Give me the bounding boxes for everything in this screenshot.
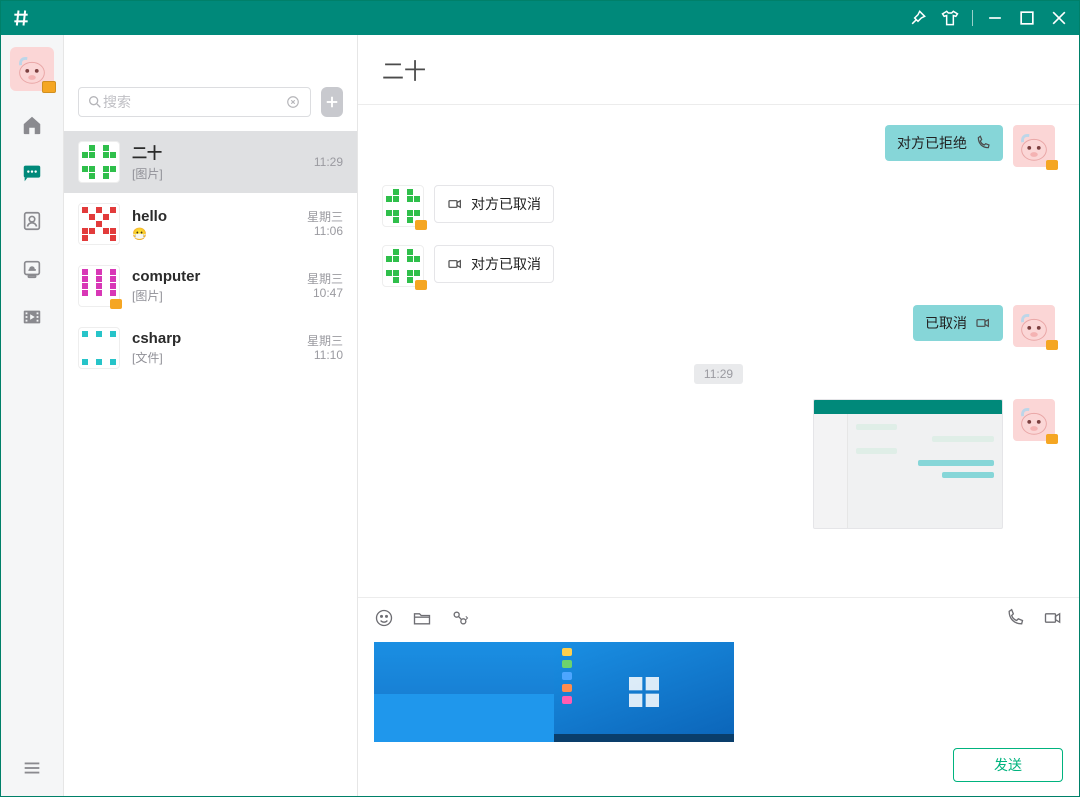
nav-video-icon[interactable]: [18, 303, 46, 331]
logo-icon: [11, 8, 31, 28]
emoji-icon[interactable]: [374, 608, 394, 628]
send-button[interactable]: 发送: [953, 748, 1063, 782]
conversation-preview: 😷: [132, 227, 295, 241]
image-message[interactable]: [813, 399, 1003, 529]
camera-badge-icon: [1046, 340, 1058, 350]
camera-badge-icon: [110, 299, 122, 309]
camera-badge-icon: [1046, 434, 1058, 444]
screenshot-icon[interactable]: [450, 608, 470, 628]
conversation-item[interactable]: csharp [文件] 星期三11:10: [64, 317, 357, 379]
conversation-avatar: [78, 203, 120, 245]
nav-menu-icon[interactable]: [18, 754, 46, 782]
video-icon: [447, 256, 463, 272]
message-avatar[interactable]: [382, 185, 424, 227]
chat-title: 二十: [382, 54, 426, 86]
nav-contacts-icon[interactable]: [18, 207, 46, 235]
call-message[interactable]: 对方已拒绝: [885, 125, 1003, 161]
close-icon[interactable]: [1049, 8, 1069, 28]
message-list: 对方已拒绝 对方已取消 对方已取消 已取消 11:29: [358, 105, 1079, 597]
conversation-name: csharp: [132, 330, 295, 347]
message-text: 对方已取消: [471, 194, 541, 214]
search-icon: [87, 94, 103, 110]
nav-home-icon[interactable]: [18, 111, 46, 139]
titlebar: [1, 1, 1079, 35]
conversation-avatar: [78, 141, 120, 183]
message-row: 对方已拒绝: [382, 125, 1055, 167]
attachment-image-1[interactable]: [374, 642, 554, 742]
message-text: 已取消: [925, 313, 967, 333]
nav-cloud-icon[interactable]: [18, 255, 46, 283]
message-row: 对方已取消: [382, 245, 1055, 287]
message-text: 对方已拒绝: [897, 133, 967, 153]
add-button[interactable]: [321, 87, 343, 117]
composer-input-area[interactable]: [358, 638, 1079, 748]
call-message[interactable]: 已取消: [913, 305, 1003, 341]
conversation-avatar: [78, 327, 120, 369]
message-row: 已取消: [382, 305, 1055, 347]
chat-panel: 二十 对方已拒绝 对方已取消 对方已取消 已取消 11:29: [358, 35, 1079, 796]
message-avatar[interactable]: [1013, 125, 1055, 167]
conversation-name: computer: [132, 268, 295, 285]
message-text: 对方已取消: [471, 254, 541, 274]
conversation-item[interactable]: computer [图片] 星期三10:47: [64, 255, 357, 317]
message-avatar[interactable]: [1013, 305, 1055, 347]
message-row: 对方已取消: [382, 185, 1055, 227]
conversation-preview: [文件]: [132, 349, 295, 366]
conversation-list: 二十 [图片] 11:29 hello 😷 星期三11:06 computer …: [64, 131, 357, 796]
message-avatar[interactable]: [382, 245, 424, 287]
call-message[interactable]: 对方已取消: [434, 245, 554, 283]
conversation-name: 二十: [132, 142, 302, 163]
conversation-panel: 二十 [图片] 11:29 hello 😷 星期三11:06 computer …: [64, 35, 358, 796]
conversation-item[interactable]: 二十 [图片] 11:29: [64, 131, 357, 193]
conversation-time: 11:29: [314, 155, 343, 169]
call-message[interactable]: 对方已取消: [434, 185, 554, 223]
chat-header: 二十: [358, 35, 1079, 105]
time-divider: 11:29: [382, 365, 1055, 383]
composer: 发送: [358, 597, 1079, 796]
camera-badge-icon: [415, 220, 427, 230]
plus-icon: [323, 93, 341, 111]
attachment-previews: [374, 642, 734, 742]
titlebar-divider: [972, 10, 973, 26]
conversation-preview: [图片]: [132, 287, 295, 304]
search-row: [64, 35, 357, 131]
pin-icon[interactable]: [908, 8, 928, 28]
self-avatar[interactable]: [10, 47, 54, 91]
conversation-avatar: [78, 265, 120, 307]
folder-icon[interactable]: [412, 608, 432, 628]
conversation-time: 星期三10:47: [307, 272, 343, 301]
message-avatar[interactable]: [1013, 399, 1055, 441]
maximize-icon[interactable]: [1017, 8, 1037, 28]
composer-toolbar: [358, 598, 1079, 638]
video-call-icon[interactable]: [1043, 608, 1063, 628]
camera-badge-icon: [42, 81, 56, 93]
conversation-preview: [图片]: [132, 165, 302, 182]
camera-badge-icon: [415, 280, 427, 290]
message-row: [382, 399, 1055, 529]
conversation-name: hello: [132, 208, 295, 225]
shirt-icon[interactable]: [940, 8, 960, 28]
voice-call-icon[interactable]: [1005, 608, 1025, 628]
camera-badge-icon: [1046, 160, 1058, 170]
video-icon: [975, 315, 991, 331]
nav-rail: [1, 35, 64, 796]
minimize-icon[interactable]: [985, 8, 1005, 28]
video-icon: [447, 196, 463, 212]
app-window: 二十 [图片] 11:29 hello 😷 星期三11:06 computer …: [0, 0, 1080, 797]
conversation-item[interactable]: hello 😷 星期三11:06: [64, 193, 357, 255]
search-box[interactable]: [78, 87, 311, 117]
clear-search-icon[interactable]: [284, 93, 302, 111]
conversation-time: 星期三11:10: [307, 334, 343, 363]
conversation-time: 星期三11:06: [307, 210, 343, 239]
phone-icon: [975, 135, 991, 151]
nav-chat-icon[interactable]: [18, 159, 46, 187]
search-input[interactable]: [103, 94, 284, 110]
attachment-image-2[interactable]: [554, 642, 734, 742]
